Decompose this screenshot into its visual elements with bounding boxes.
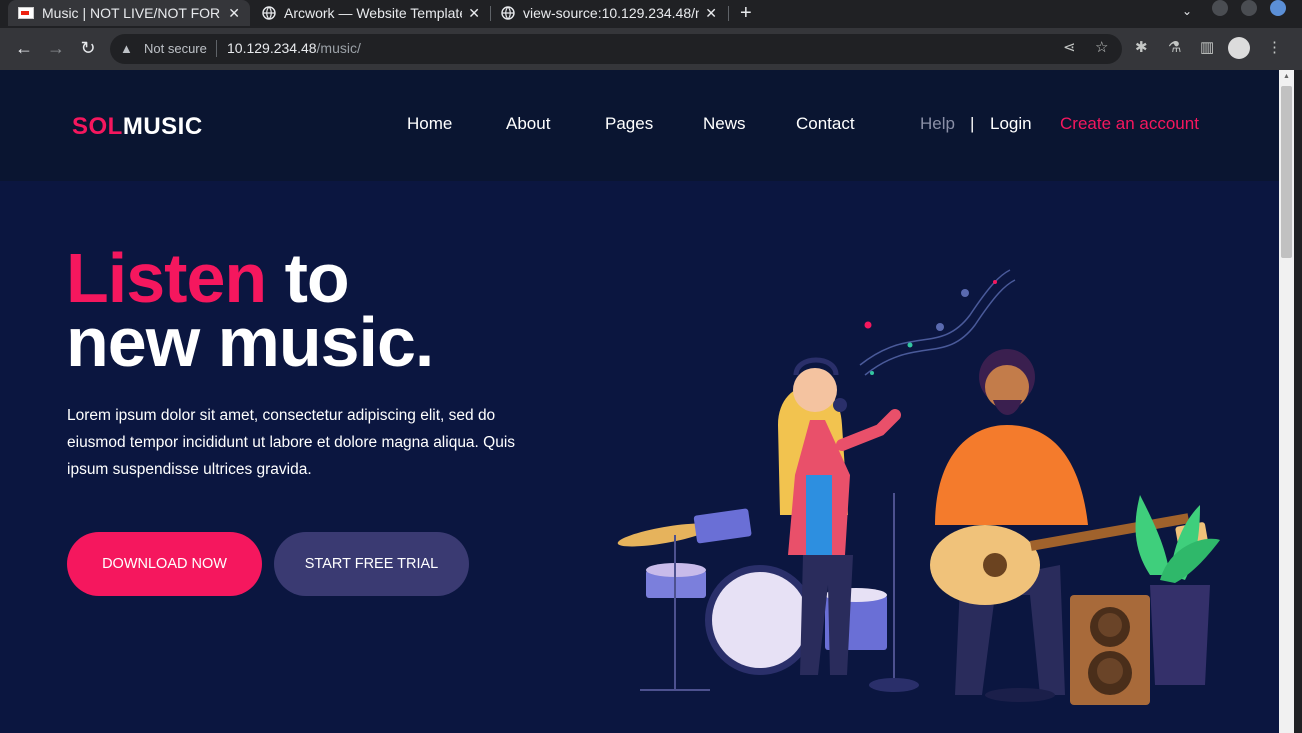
help-link[interactable]: Help [920, 114, 955, 134]
site-header: SOLMUSIC Home About Pages News Contact H… [0, 70, 1279, 181]
music-favicon-icon [18, 7, 34, 19]
maximize-window-button[interactable] [1241, 0, 1257, 16]
security-status[interactable]: Not secure [144, 41, 207, 56]
tab-divider [728, 6, 729, 21]
speaker [1070, 595, 1150, 705]
profile-avatar[interactable] [1228, 37, 1250, 59]
new-tab-button[interactable]: + [740, 2, 752, 24]
start-free-trial-button[interactable]: START FREE TRIAL [274, 532, 469, 596]
url-text[interactable]: 10.129.234.48/music/ [227, 40, 361, 56]
labs-flask-icon[interactable]: ⚗ [1168, 38, 1181, 56]
tab-music[interactable]: Music | NOT LIVE/NOT FOR PRODUCTION USE … [8, 0, 250, 26]
tab-title: view-source:10.129.234.48/music/ [523, 5, 699, 21]
nav-contact[interactable]: Contact [796, 114, 855, 134]
nav-home[interactable]: Home [407, 114, 452, 134]
reload-icon[interactable]: ↻ [76, 36, 100, 60]
nav-pages[interactable]: Pages [605, 114, 653, 134]
url-divider [216, 40, 217, 57]
tab-strip: Music | NOT LIVE/NOT FOR PRODUCTION USE … [0, 0, 1302, 28]
web-page: SOLMUSIC Home About Pages News Contact H… [0, 70, 1279, 733]
tab-title: Arcwork — Website Template [284, 5, 463, 21]
extensions-puzzle-icon[interactable]: ✱ [1135, 38, 1148, 56]
forward-arrow-icon[interactable]: → [44, 36, 68, 60]
create-account-link[interactable]: Create an account [1060, 114, 1199, 134]
site-logo[interactable]: SOLMUSIC [72, 113, 203, 141]
tab-view-source[interactable]: view-source:10.129.234.48/music/ ✕ [491, 0, 727, 26]
drum-kit [617, 493, 919, 692]
tab-arcwork[interactable]: Arcwork — Website Template ✕ [252, 0, 490, 26]
scroll-up-arrow-icon[interactable]: ▲ [1283, 73, 1290, 80]
minimize-window-button[interactable] [1212, 0, 1228, 16]
download-now-button[interactable]: DOWNLOAD NOW [67, 532, 262, 596]
hero-title: Listen to new music. [66, 243, 434, 377]
nav-news[interactable]: News [703, 114, 746, 134]
menu-kebab-icon[interactable]: ⋮ [1267, 38, 1282, 56]
url-path: /music/ [316, 40, 361, 56]
hero-description: Lorem ipsum dolor sit amet, consectetur … [67, 407, 516, 478]
close-icon[interactable]: ✕ [228, 5, 240, 22]
hero-title-line2: new music. [66, 303, 434, 381]
logo-main: MUSIC [122, 113, 203, 140]
globe-icon [501, 6, 515, 20]
musicians-illustration [617, 269, 1220, 705]
nav-about[interactable]: About [506, 114, 550, 134]
share-icon[interactable]: ⋖ [1063, 38, 1076, 56]
warning-icon[interactable]: ▲ [120, 41, 133, 56]
url-host: 10.129.234.48 [227, 40, 317, 56]
header-divider: | [970, 114, 975, 133]
tab-search-chevron-icon[interactable]: ⌄ [1182, 4, 1192, 18]
tab-title: Music | NOT LIVE/NOT FOR PRODUCTION USE [42, 5, 222, 21]
close-window-button[interactable] [1270, 0, 1286, 16]
close-icon[interactable]: ✕ [468, 5, 480, 22]
close-icon[interactable]: ✕ [705, 5, 717, 22]
globe-icon [262, 6, 276, 20]
bookmark-star-icon[interactable]: ☆ [1095, 38, 1108, 56]
back-arrow-icon[interactable]: ← [12, 36, 36, 60]
scrollbar-thumb[interactable] [1281, 86, 1292, 258]
window-edge [1294, 70, 1302, 733]
logo-accent: SOL [72, 113, 123, 140]
login-link[interactable]: Login [990, 114, 1032, 134]
side-panel-icon[interactable]: ▥ [1200, 38, 1214, 56]
